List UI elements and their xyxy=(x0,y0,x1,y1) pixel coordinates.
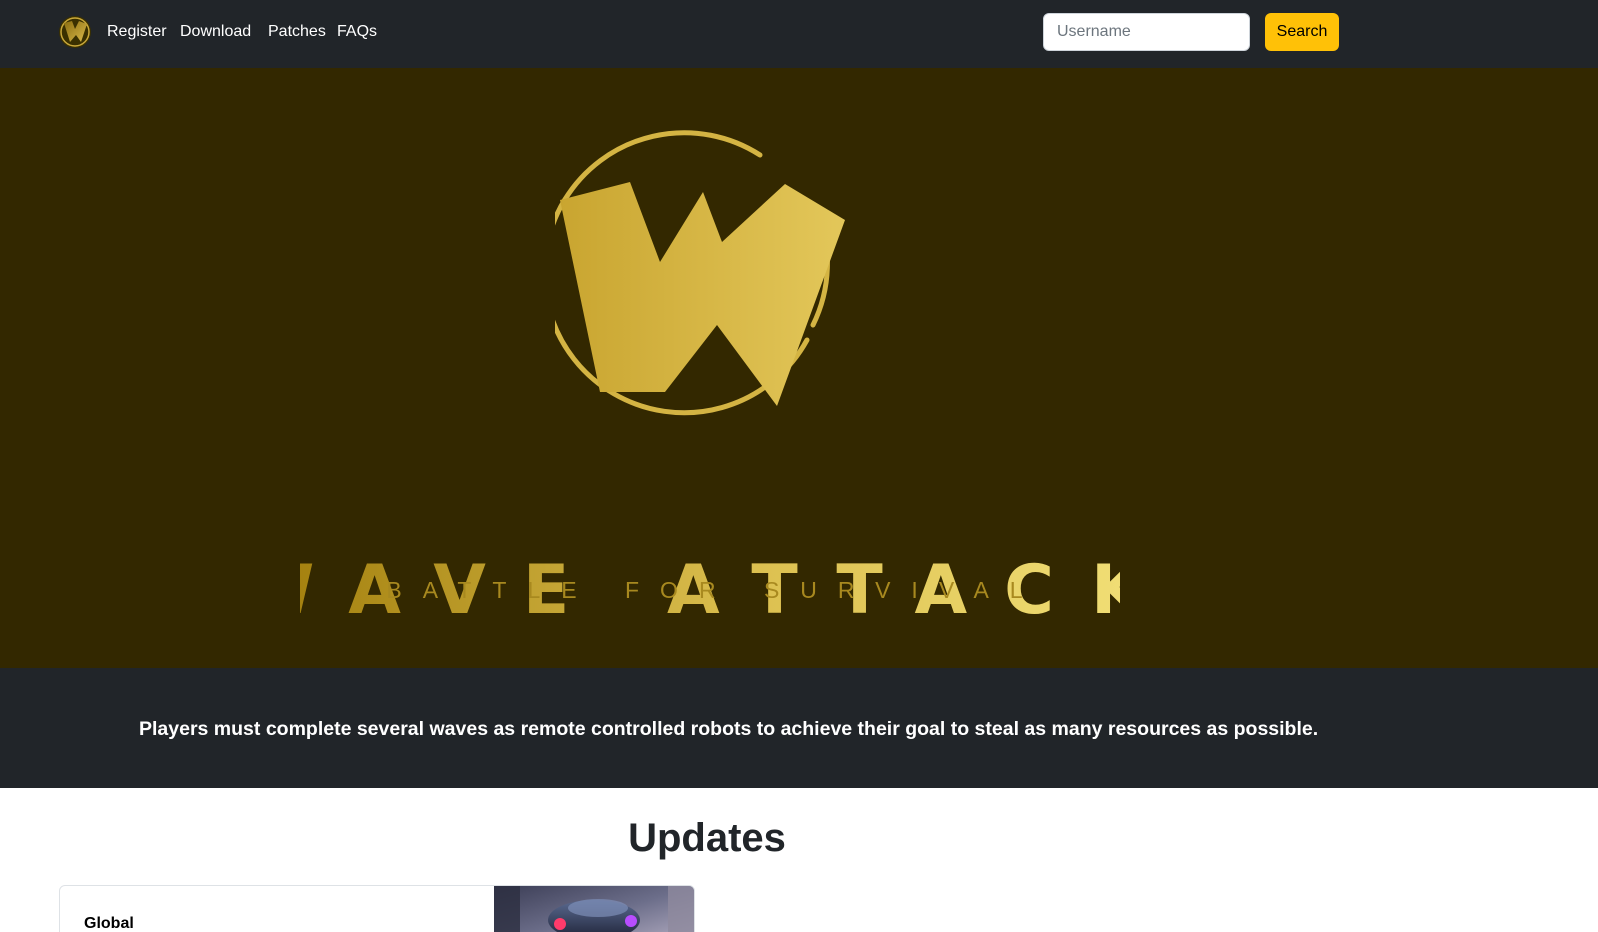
brand-logo-link[interactable] xyxy=(58,15,92,49)
tagline-band: Players must complete several waves as r… xyxy=(0,668,1598,788)
updates-heading: Updates xyxy=(628,816,786,860)
top-navbar: Register Download Patches FAQs Search xyxy=(0,0,1598,68)
wave-attack-logo-icon xyxy=(59,16,91,48)
hero-subtitle: BATTLE FOR SURVIVAL xyxy=(386,577,1044,603)
update-card-title: Global xyxy=(84,915,134,932)
wave-attack-emblem-icon xyxy=(555,130,845,416)
nav-faqs-link[interactable]: FAQs xyxy=(337,22,377,42)
nav-download-link[interactable]: Download xyxy=(180,22,251,42)
robot-image-icon xyxy=(494,886,694,932)
hero-banner: WAVE ATTACK BATTLE FOR SURVIVAL xyxy=(0,68,1598,668)
update-card[interactable]: Global xyxy=(59,885,695,932)
game-description: Players must complete several waves as r… xyxy=(139,718,1319,740)
nav-register-link[interactable]: Register xyxy=(107,22,167,42)
username-search-input[interactable] xyxy=(1043,13,1250,51)
search-button[interactable]: Search xyxy=(1265,13,1339,51)
nav-patches-link[interactable]: Patches xyxy=(268,22,326,42)
